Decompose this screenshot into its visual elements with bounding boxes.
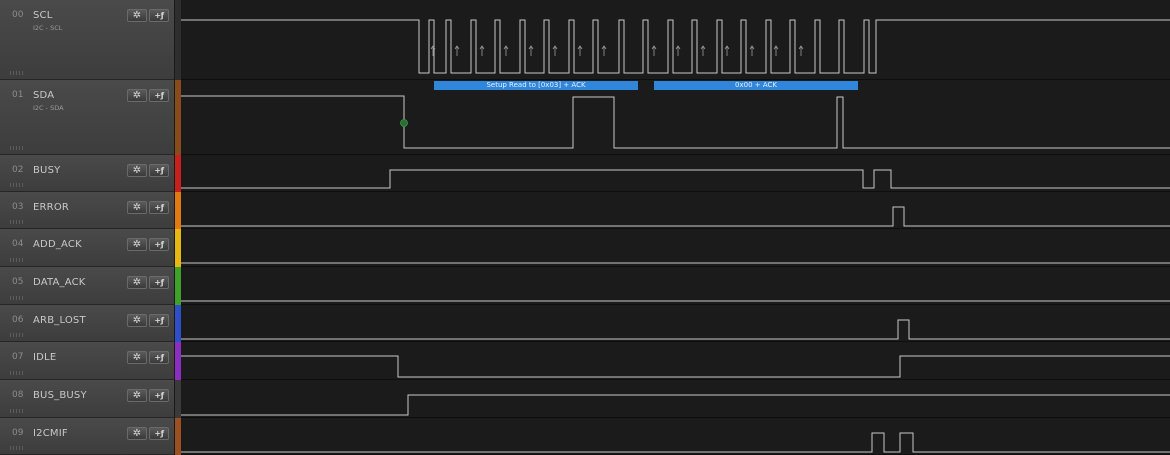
channel-label-panel[interactable]: 05 DATA_ACK ✲ +ƒ bbox=[0, 267, 174, 305]
gear-icon[interactable]: ✲ bbox=[127, 276, 147, 289]
drag-handle-icon[interactable] bbox=[9, 220, 23, 224]
trigger-button[interactable]: +ƒ bbox=[149, 389, 169, 402]
channel-label-panel[interactable]: 04 ADD_ACK ✲ +ƒ bbox=[0, 229, 174, 267]
channel-name[interactable]: IDLE bbox=[33, 352, 56, 363]
channel-name[interactable]: ADD_ACK bbox=[33, 239, 82, 250]
waveform-add-ack[interactable] bbox=[181, 229, 1170, 267]
channel-row-add-ack: 04 ADD_ACK ✲ +ƒ bbox=[0, 229, 1170, 267]
waveform-i2cmif[interactable] bbox=[181, 418, 1170, 455]
channel-row-sda: 01 SDA I2C - SDA ✲ +ƒ Setup Read to [0x0… bbox=[0, 80, 1170, 155]
trigger-button[interactable]: +ƒ bbox=[149, 9, 169, 22]
waveform-error[interactable] bbox=[181, 192, 1170, 229]
channel-number: 07 bbox=[12, 352, 24, 362]
channel-row-scl: 00 SCL I2C - SCL ✲ +ƒ bbox=[0, 0, 1170, 80]
gear-icon[interactable]: ✲ bbox=[127, 9, 147, 22]
gear-icon[interactable]: ✲ bbox=[127, 427, 147, 440]
channel-name[interactable]: BUSY bbox=[33, 165, 60, 176]
channel-row-data-ack: 05 DATA_ACK ✲ +ƒ bbox=[0, 267, 1170, 305]
waveform-data-ack[interactable] bbox=[181, 267, 1170, 305]
channel-label-panel[interactable]: 01 SDA I2C - SDA ✲ +ƒ bbox=[0, 80, 174, 155]
drag-handle-icon[interactable] bbox=[9, 446, 23, 450]
drag-handle-icon[interactable] bbox=[9, 71, 23, 75]
channel-row-i2cmif: 09 I2CMIF ✲ +ƒ bbox=[0, 418, 1170, 455]
drag-handle-icon[interactable] bbox=[9, 409, 23, 413]
waveform-sda[interactable]: Setup Read to [0x03] + ACK 0x00 + ACK bbox=[181, 80, 1170, 155]
channel-analyzer-label: I2C - SDA bbox=[33, 104, 64, 112]
channel-name[interactable]: I2CMIF bbox=[33, 428, 68, 439]
channel-label-panel[interactable]: 02 BUSY ✲ +ƒ bbox=[0, 155, 174, 192]
channel-label-panel[interactable]: 00 SCL I2C - SCL ✲ +ƒ bbox=[0, 0, 174, 80]
sda-marker bbox=[400, 119, 408, 127]
waveform-idle[interactable] bbox=[181, 342, 1170, 380]
gear-icon[interactable]: ✲ bbox=[127, 238, 147, 251]
channel-number: 08 bbox=[12, 390, 24, 400]
waveform-busy[interactable] bbox=[181, 155, 1170, 192]
gear-icon[interactable]: ✲ bbox=[127, 164, 147, 177]
drag-handle-icon[interactable] bbox=[9, 183, 23, 187]
channel-row-idle: 07 IDLE ✲ +ƒ bbox=[0, 342, 1170, 380]
trigger-button[interactable]: +ƒ bbox=[149, 276, 169, 289]
channel-row-bus-busy: 08 BUS_BUSY ✲ +ƒ bbox=[0, 380, 1170, 418]
drag-handle-icon[interactable] bbox=[9, 296, 23, 300]
logic-analyzer-window: 00 SCL I2C - SCL ✲ +ƒ 01 SDA I2C - SDA ✲… bbox=[0, 0, 1170, 455]
channel-name[interactable]: BUS_BUSY bbox=[33, 390, 87, 401]
channel-number: 00 bbox=[12, 10, 24, 20]
gear-icon[interactable]: ✲ bbox=[127, 89, 147, 102]
trigger-button[interactable]: +ƒ bbox=[149, 314, 169, 327]
channel-label-panel[interactable]: 07 IDLE ✲ +ƒ bbox=[0, 342, 174, 380]
channel-number: 06 bbox=[12, 315, 24, 325]
drag-handle-icon[interactable] bbox=[9, 146, 23, 150]
channel-name[interactable]: SDA bbox=[33, 90, 54, 101]
channel-name[interactable]: ARB_LOST bbox=[33, 315, 86, 326]
channel-name[interactable]: DATA_ACK bbox=[33, 277, 86, 288]
channel-name[interactable]: ERROR bbox=[33, 202, 69, 213]
channel-row-busy: 02 BUSY ✲ +ƒ bbox=[0, 155, 1170, 192]
gear-icon[interactable]: ✲ bbox=[127, 314, 147, 327]
channel-label-panel[interactable]: 03 ERROR ✲ +ƒ bbox=[0, 192, 174, 229]
waveform-arb-lost[interactable] bbox=[181, 305, 1170, 342]
gear-icon[interactable]: ✲ bbox=[127, 201, 147, 214]
channel-analyzer-label: I2C - SCL bbox=[33, 24, 63, 32]
trigger-button[interactable]: +ƒ bbox=[149, 351, 169, 364]
channel-label-panel[interactable]: 08 BUS_BUSY ✲ +ƒ bbox=[0, 380, 174, 418]
channel-number: 01 bbox=[12, 90, 24, 100]
channel-name[interactable]: SCL bbox=[33, 10, 53, 21]
trigger-button[interactable]: +ƒ bbox=[149, 164, 169, 177]
drag-handle-icon[interactable] bbox=[9, 258, 23, 262]
waveform-scl[interactable] bbox=[181, 0, 1170, 80]
gear-icon[interactable]: ✲ bbox=[127, 351, 147, 364]
channel-number: 09 bbox=[12, 428, 24, 438]
channel-row-error: 03 ERROR ✲ +ƒ bbox=[0, 192, 1170, 229]
gear-icon[interactable]: ✲ bbox=[127, 389, 147, 402]
drag-handle-icon[interactable] bbox=[9, 371, 23, 375]
trigger-button[interactable]: +ƒ bbox=[149, 238, 169, 251]
waveform-bus-busy[interactable] bbox=[181, 380, 1170, 418]
channel-label-panel[interactable]: 06 ARB_LOST ✲ +ƒ bbox=[0, 305, 174, 342]
channel-number: 04 bbox=[12, 239, 24, 249]
channel-number: 03 bbox=[12, 202, 24, 212]
trigger-button[interactable]: +ƒ bbox=[149, 89, 169, 102]
channel-number: 02 bbox=[12, 165, 24, 175]
channel-number: 05 bbox=[12, 277, 24, 287]
drag-handle-icon[interactable] bbox=[9, 333, 23, 337]
trigger-button[interactable]: +ƒ bbox=[149, 427, 169, 440]
trigger-button[interactable]: +ƒ bbox=[149, 201, 169, 214]
channel-row-arb-lost: 06 ARB_LOST ✲ +ƒ bbox=[0, 305, 1170, 342]
channel-label-panel[interactable]: 09 I2CMIF ✲ +ƒ bbox=[0, 418, 174, 455]
